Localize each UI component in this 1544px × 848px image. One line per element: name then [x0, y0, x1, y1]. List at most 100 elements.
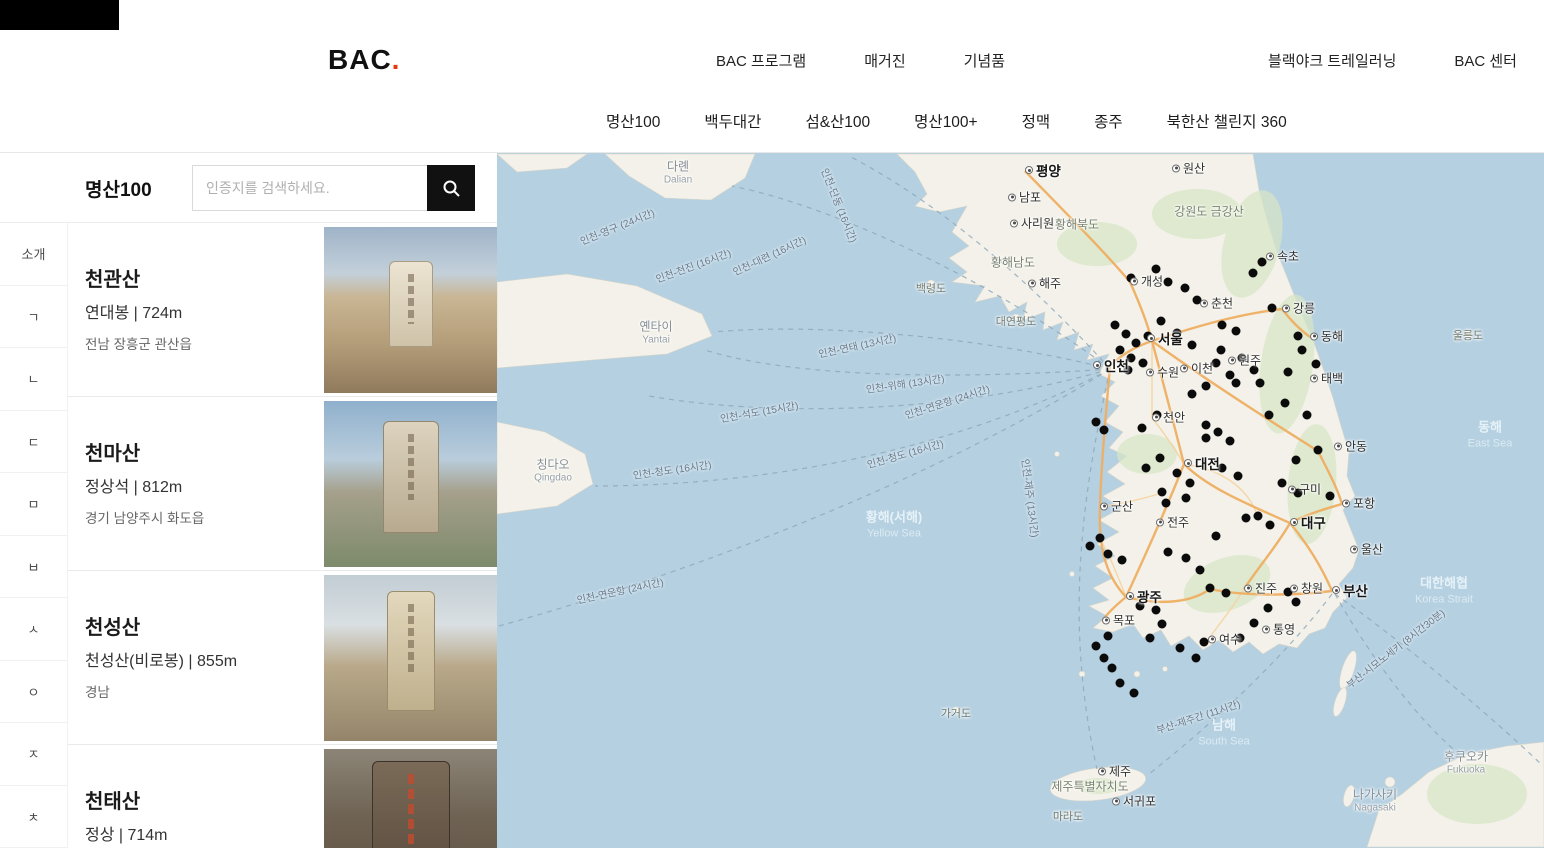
mountain-marker[interactable]: [1313, 445, 1323, 455]
index-ㄴ[interactable]: ㄴ: [0, 348, 67, 411]
mountain-photo[interactable]: [324, 749, 497, 848]
mountain-marker[interactable]: [1117, 555, 1127, 565]
map[interactable]: 원산 평양 남포 사리원 황해북도 강원도 금강산 황해남도 해주 백령도 개성 춘천 속초 강릉 동해 대…: [497, 153, 1544, 848]
mountain-marker[interactable]: [1248, 268, 1258, 278]
search-input[interactable]: [192, 165, 427, 211]
mountain-marker[interactable]: [1253, 511, 1263, 521]
mountain-marker[interactable]: [1265, 520, 1275, 530]
mountain-marker[interactable]: [1163, 547, 1173, 557]
mountain-marker[interactable]: [1155, 453, 1165, 463]
mountain-marker[interactable]: [1131, 338, 1141, 348]
mountain-marker[interactable]: [1291, 455, 1301, 465]
mountain-marker[interactable]: [1231, 326, 1241, 336]
mountain-marker[interactable]: [1201, 433, 1211, 443]
index-ㅊ[interactable]: ㅊ: [0, 786, 67, 848]
mountain-marker[interactable]: [1141, 463, 1151, 473]
mountain-marker[interactable]: [1103, 549, 1113, 559]
mountain-marker[interactable]: [1249, 618, 1259, 628]
mountain-marker[interactable]: [1181, 493, 1191, 503]
mountain-marker[interactable]: [1231, 378, 1241, 388]
mountain-marker[interactable]: [1137, 423, 1147, 433]
tab-백두대간[interactable]: 백두대간: [704, 110, 761, 132]
mountain-marker[interactable]: [1095, 533, 1105, 543]
mountain-marker[interactable]: [1255, 378, 1265, 388]
mountain-marker[interactable]: [1110, 320, 1120, 330]
mountain-marker[interactable]: [1291, 597, 1301, 607]
list-item[interactable]: 천관산 연대봉 | 724m 전남 장흥군 관산읍: [68, 223, 497, 397]
mountain-marker[interactable]: [1115, 345, 1125, 355]
mountain-marker[interactable]: [1180, 283, 1190, 293]
mountain-marker[interactable]: [1263, 603, 1273, 613]
mountain-marker[interactable]: [1121, 329, 1131, 339]
mountain-marker[interactable]: [1091, 417, 1101, 427]
mountain-marker[interactable]: [1157, 619, 1167, 629]
mountain-marker[interactable]: [1129, 688, 1139, 698]
mountain-marker[interactable]: [1311, 359, 1321, 369]
tab-정맥[interactable]: 정맥: [1022, 110, 1051, 132]
index-ㅂ[interactable]: ㅂ: [0, 536, 67, 598]
mountain-marker[interactable]: [1151, 605, 1161, 615]
mountain-marker[interactable]: [1145, 633, 1155, 643]
mountain-marker[interactable]: [1297, 345, 1307, 355]
mountain-marker[interactable]: [1187, 389, 1197, 399]
index-ㄱ[interactable]: ㄱ: [0, 286, 67, 348]
mountain-marker[interactable]: [1264, 410, 1274, 420]
mountain-marker[interactable]: [1099, 425, 1109, 435]
mountain-marker[interactable]: [1156, 316, 1166, 326]
tab-섬&산100[interactable]: 섬&산100: [805, 110, 870, 132]
list-item[interactable]: 천성산 천성산(비로봉) | 855m 경남: [68, 571, 497, 745]
mountain-marker[interactable]: [1163, 277, 1173, 287]
mountain-marker[interactable]: [1115, 678, 1125, 688]
mountain-marker[interactable]: [1280, 398, 1290, 408]
mountain-photo[interactable]: [324, 575, 497, 741]
mountain-marker[interactable]: [1099, 653, 1109, 663]
mountain-marker[interactable]: [1175, 643, 1185, 653]
mountain-marker[interactable]: [1181, 553, 1191, 563]
mountain-marker[interactable]: [1191, 653, 1201, 663]
mountain-marker[interactable]: [1293, 331, 1303, 341]
tab-명산100+[interactable]: 명산100+: [914, 110, 977, 132]
nav-블랙야크 트레일러닝[interactable]: 블랙야크 트레일러닝: [1268, 50, 1396, 71]
nav-BAC 프로그램[interactable]: BAC 프로그램: [716, 50, 806, 71]
mountain-marker[interactable]: [1216, 345, 1226, 355]
mountain-marker[interactable]: [1185, 478, 1195, 488]
nav-매거진[interactable]: 매거진: [864, 50, 905, 71]
mountain-marker[interactable]: [1205, 583, 1215, 593]
mountain-marker[interactable]: [1213, 427, 1223, 437]
mountain-marker[interactable]: [1107, 663, 1117, 673]
mountain-marker[interactable]: [1091, 641, 1101, 651]
tab-명산100[interactable]: 명산100: [606, 110, 660, 132]
mountain-marker[interactable]: [1085, 541, 1095, 551]
nav-기념품[interactable]: 기념품: [964, 50, 1005, 71]
mountain-marker[interactable]: [1221, 588, 1231, 598]
mountain-photo[interactable]: [324, 227, 497, 393]
mountain-marker[interactable]: [1211, 531, 1221, 541]
mountain-marker[interactable]: [1201, 381, 1211, 391]
index-소개[interactable]: 소개: [0, 223, 67, 286]
mountain-marker[interactable]: [1225, 436, 1235, 446]
mountain-marker[interactable]: [1103, 631, 1113, 641]
mountain-marker[interactable]: [1161, 498, 1171, 508]
index-ㅁ[interactable]: ㅁ: [0, 473, 67, 536]
mountain-marker[interactable]: [1195, 565, 1205, 575]
nav-BAC 센터[interactable]: BAC 센터: [1454, 50, 1517, 71]
mountain-marker[interactable]: [1217, 320, 1227, 330]
tab-종주[interactable]: 종주: [1094, 110, 1123, 132]
list-item[interactable]: 천태산 정상 | 714m: [68, 745, 497, 848]
mountain-marker[interactable]: [1241, 513, 1251, 523]
index-ㅇ[interactable]: ㅇ: [0, 661, 67, 723]
mountain-marker[interactable]: [1283, 367, 1293, 377]
mountain-marker[interactable]: [1325, 491, 1335, 501]
mountain-marker[interactable]: [1201, 420, 1211, 430]
mountain-marker[interactable]: [1187, 340, 1197, 350]
index-ㅅ[interactable]: ㅅ: [0, 598, 67, 661]
mountain-marker[interactable]: [1157, 487, 1167, 497]
mountain-marker[interactable]: [1302, 410, 1312, 420]
mountain-marker[interactable]: [1277, 478, 1287, 488]
mountain-marker[interactable]: [1233, 471, 1243, 481]
list-item[interactable]: 천마산 정상석 | 812m 경기 남양주시 화도읍: [68, 397, 497, 571]
mountain-marker[interactable]: [1267, 303, 1277, 313]
mountain-photo[interactable]: [324, 401, 497, 567]
index-ㅈ[interactable]: ㅈ: [0, 723, 67, 786]
mountain-marker[interactable]: [1172, 468, 1182, 478]
